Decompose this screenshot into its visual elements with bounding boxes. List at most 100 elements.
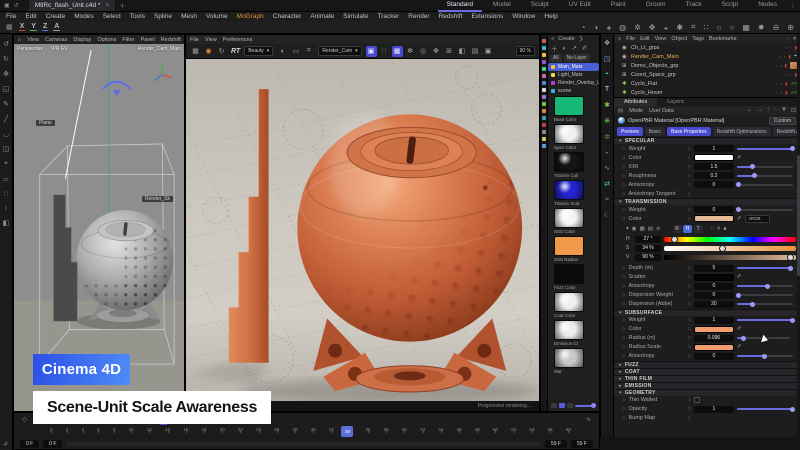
property-row[interactable]: ◇ Radius Scale ◇ ✐	[614, 343, 800, 352]
material-swatch[interactable]: Transm Scat	[548, 179, 599, 207]
timeline-playhead[interactable]: 30	[341, 426, 353, 437]
viewport-menu-item[interactable]: Filter	[122, 37, 134, 43]
channel-value-field[interactable]: 90 %	[635, 254, 661, 261]
cube-icon[interactable]: ◳	[604, 55, 611, 63]
attribute-tab[interactable]: Attributes	[614, 98, 657, 106]
range-end2-field[interactable]: 59 F	[571, 440, 593, 448]
render-dot-icon[interactable]: ▪	[784, 54, 785, 59]
thumbnail-size-slider[interactable]	[575, 405, 596, 407]
render-view-menu-item[interactable]: View	[205, 37, 217, 43]
slider[interactable]	[737, 209, 793, 211]
value-field[interactable]: 0	[694, 181, 734, 188]
anim-diamond-icon[interactable]: ◇	[622, 344, 625, 350]
channel-slider[interactable]	[664, 246, 796, 251]
object-tree-row[interactable]: ⊞ Demo_Objects_grp ▪ ▪ ▮ ✓✓ ⌖	[614, 61, 800, 70]
new-tab-icon[interactable]: ＋	[119, 1, 125, 10]
color-swatch[interactable]	[694, 215, 734, 222]
layer-bar-icon[interactable]: ▮	[785, 81, 787, 87]
anim-diamond-icon[interactable]: ◇	[622, 317, 625, 323]
slider[interactable]	[737, 166, 793, 168]
mode-grid-icon[interactable]: ▤	[618, 108, 623, 114]
picker-mode-button[interactable]: T	[694, 225, 703, 233]
visibility-dot-icon[interactable]: ▪	[786, 45, 787, 50]
render-view[interactable]: FileViewPreferences ▦◉↻ RT Beauty ▾ ◐▭⌗ …	[185, 34, 540, 412]
menu-item[interactable]: Extensions	[471, 13, 503, 20]
color-square-icon[interactable]: ▦	[640, 226, 645, 232]
anim-diamond-icon[interactable]: ◇	[622, 216, 625, 222]
layer-bar-icon[interactable]: ▮	[785, 90, 787, 96]
layer-bar-icon[interactable]: ▮	[788, 54, 790, 60]
property-row[interactable]: ◇ Color ◇ ✐	[614, 153, 800, 162]
object-tree-row[interactable]: ⊞ Coord_Space_grp ▪ ▪ ▮ ✓✓ ⌖	[614, 70, 800, 79]
color-swatch[interactable]	[694, 326, 734, 333]
property-tab[interactable]: Redshift Optimizations	[713, 127, 771, 136]
grid-view-icon[interactable]	[559, 403, 565, 408]
knife-tool-icon[interactable]: ╱	[4, 115, 8, 123]
dynamics-icon[interactable]: ✱	[676, 23, 683, 32]
checkbox[interactable]	[694, 397, 700, 403]
anim-diamond-icon[interactable]: ◇	[622, 353, 625, 359]
pen-tool-icon[interactable]: ✎	[3, 100, 9, 108]
property-row[interactable]: ◇ Weight ◇ 1 ✐	[614, 144, 800, 153]
more-tabs-icon[interactable]: ⋮	[790, 2, 796, 9]
anim-diamond-icon[interactable]: ◇	[622, 292, 625, 298]
slider[interactable]	[737, 184, 793, 186]
menu-item[interactable]: Spline	[154, 13, 172, 20]
mini-color-icon[interactable]	[542, 144, 546, 148]
render-queue-icon[interactable]: ✸	[758, 23, 765, 32]
slider[interactable]	[737, 408, 793, 410]
menu-item[interactable]: Simulate	[343, 13, 368, 20]
material-thumbnail[interactable]	[554, 264, 584, 284]
collapse-icon[interactable]: ▾	[626, 226, 629, 232]
texture-tag[interactable]	[790, 62, 797, 69]
range-start2-field[interactable]: 0 F	[43, 440, 62, 448]
key-diamond-icon[interactable]: ◇	[687, 415, 690, 421]
fcurve-editor-icon[interactable]: ∿	[584, 415, 593, 425]
property-row[interactable]: ◇ Dispersion (Abbe) ◇ 20 ✐	[614, 300, 800, 309]
measure-icon[interactable]: ↕	[4, 205, 8, 212]
anim-diamond-icon[interactable]: ◇	[622, 191, 625, 197]
axis-lock-button[interactable]: X	[19, 23, 26, 31]
viewport-menu-item[interactable]: Redshift	[161, 37, 181, 43]
key-diamond-icon[interactable]: ◇	[687, 301, 690, 307]
value-field[interactable]: 0	[694, 283, 734, 290]
attribute-tab[interactable]: Layers	[657, 98, 694, 106]
render-settings-icon[interactable]: ▦	[742, 23, 750, 32]
add-material-icon[interactable]: ＋	[551, 43, 558, 53]
materials-hamburger-icon[interactable]: ≡	[551, 36, 554, 42]
effector-icon[interactable]: ◕	[606, 23, 611, 32]
section-specular[interactable]: ▾ SPECULAR	[614, 137, 800, 144]
moon-icon[interactable]: ☾	[604, 211, 610, 219]
swatch-grid-icon[interactable]: ∷	[711, 226, 715, 232]
property-tab[interactable]: Base Properties	[667, 127, 711, 136]
menu-item[interactable]: Select	[103, 13, 121, 20]
render-dot-icon[interactable]: ▪	[790, 45, 791, 50]
object-tree-row[interactable]: ◉ Render_Cam_Main ▪ ▪ ▮ ✓✓ ⌖	[614, 52, 800, 61]
mode-menu[interactable]: Mode	[629, 108, 643, 114]
anim-diamond-icon[interactable]: ◇	[622, 406, 625, 412]
copy-image-icon[interactable]: ▣	[483, 46, 494, 57]
key-diamond-icon[interactable]: ◇	[687, 406, 690, 412]
custom-button[interactable]: Custom	[769, 117, 796, 125]
key-diamond-icon[interactable]: ◇	[687, 292, 690, 298]
value-field[interactable]: 1.5	[694, 163, 734, 170]
render-view-menu-item[interactable]: Preferences	[223, 37, 253, 43]
layer-bar-icon[interactable]: ▮	[785, 63, 787, 69]
hex-input-icon[interactable]: #	[717, 226, 720, 232]
visibility-dot-icon[interactable]: ▪	[780, 54, 781, 59]
render-to-picture-icon[interactable]: ▦	[190, 46, 201, 57]
zoom-fit-icon[interactable]: ⊞	[444, 46, 455, 57]
picker-mode-button[interactable]: H	[683, 225, 692, 233]
layout-grid-icon[interactable]: ▦	[6, 23, 13, 31]
key-diamond-icon[interactable]: ◇	[687, 274, 690, 280]
detail-view-icon[interactable]	[567, 403, 573, 408]
ipr-toggle-icon[interactable]: ◉	[203, 46, 214, 57]
anim-diamond-icon[interactable]: ◇	[622, 274, 625, 280]
render-dot-icon[interactable]: ▪	[780, 63, 781, 68]
texture-eyedropper-icon[interactable]: ✐	[737, 274, 742, 280]
material-thumbnail[interactable]	[554, 320, 584, 340]
property-row[interactable]: ◇ Anisotropy Tangent ◇ ✐	[614, 189, 800, 198]
property-tab[interactable]: Redshift Advanced	[773, 127, 800, 136]
section-subsurface[interactable]: ▾ SUBSURFACE	[614, 309, 800, 316]
mograph-fracture-icon[interactable]: ◑	[593, 23, 598, 32]
